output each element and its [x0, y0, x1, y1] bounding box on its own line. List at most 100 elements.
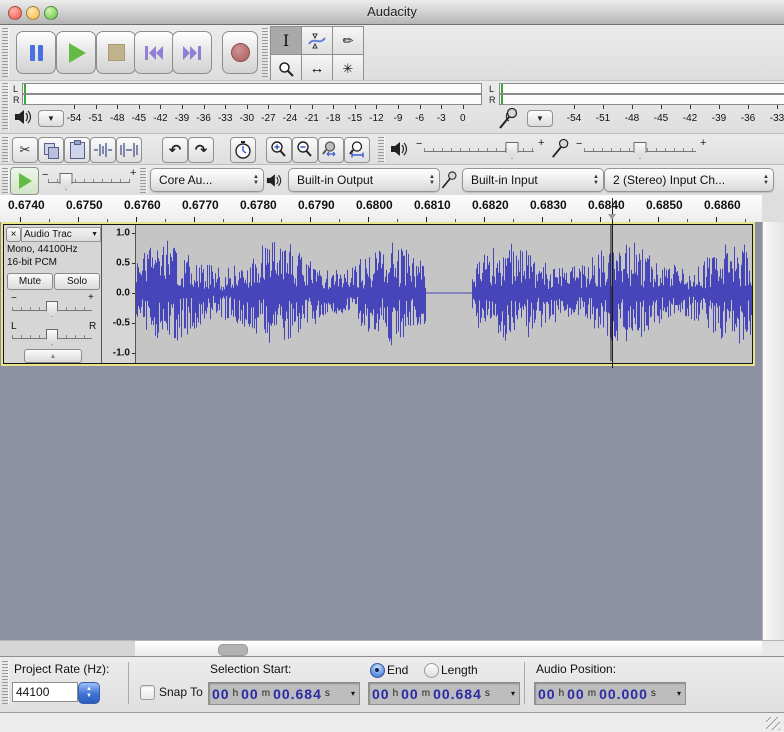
selection-toolbar: Project Rate (Hz): ▲ ▼ Snap To Selection…: [0, 656, 784, 713]
horizontal-scrollbar-thumb[interactable]: [218, 644, 248, 656]
track-collapse-button[interactable]: ▲: [24, 349, 82, 363]
paste-button[interactable]: [64, 137, 90, 163]
playback-meter-left-bar[interactable]: [22, 83, 482, 94]
record-button[interactable]: [222, 31, 258, 74]
recording-meter-left-bar[interactable]: [499, 83, 784, 94]
selection-end-field[interactable]: 00 h 00 m 00.684 s ▾: [368, 682, 520, 705]
minus-label: −: [416, 138, 423, 150]
redo-button[interactable]: ↷: [188, 137, 214, 163]
slider-thumb[interactable]: [505, 142, 519, 159]
toolbar-grip[interactable]: [378, 137, 385, 162]
cut-button[interactable]: ✂: [12, 137, 38, 163]
playback-meter-right-bar[interactable]: [22, 94, 482, 105]
meter-scale-tick: [95, 105, 97, 109]
end-radio[interactable]: [370, 663, 385, 678]
play-icon: [69, 42, 86, 63]
meter-scale-tick: [290, 105, 291, 109]
silence-audio-button[interactable]: [116, 137, 142, 163]
undo-button[interactable]: ↶: [162, 137, 188, 163]
waveform-display[interactable]: [136, 225, 752, 363]
toolbar-grip[interactable]: [2, 28, 9, 77]
meter-scale-tick: [74, 105, 75, 109]
toolbar-grip[interactable]: [140, 168, 147, 193]
output-volume-slider[interactable]: [424, 140, 534, 159]
vertical-scrollbar[interactable]: [762, 222, 784, 640]
track-workspace[interactable]: × Audio Trac ▼ Mono, 44100Hz 16-bit PCM …: [0, 222, 784, 640]
silence-icon: [120, 143, 138, 157]
playback-meter-dropdown[interactable]: ▼: [38, 110, 64, 127]
play-at-speed-button[interactable]: [10, 167, 39, 195]
field-dropdown-icon[interactable]: ▾: [509, 689, 517, 698]
field-dropdown-icon[interactable]: ▾: [675, 689, 683, 698]
fast-forward-button[interactable]: [172, 31, 212, 74]
meter-scale-number: -33: [769, 113, 784, 124]
track-vertical-ruler[interactable]: 1.0 0.5 0.0 -0.5 -1.0: [102, 225, 136, 363]
playback-device-dropdown[interactable]: Built-in Output ▲ ▼: [288, 168, 440, 192]
toolbar-grip[interactable]: [2, 137, 9, 162]
zoom-in-button[interactable]: [266, 137, 292, 163]
input-volume-slider[interactable]: [584, 140, 696, 159]
stop-button[interactable]: [96, 31, 136, 74]
trim-audio-button[interactable]: [90, 137, 116, 163]
audio-track[interactable]: × Audio Trac ▼ Mono, 44100Hz 16-bit PCM …: [1, 222, 755, 366]
hscroll-filler: [0, 640, 135, 657]
toolbar-grip[interactable]: [2, 168, 9, 193]
zoom-tool-button[interactable]: [271, 55, 301, 82]
snap-to-checkbox[interactable]: [140, 685, 155, 700]
multi-tool-icon: ✳: [342, 60, 354, 76]
dropdown-arrow-icon: ▼: [91, 231, 98, 238]
timeline-label: 0.6810: [414, 198, 451, 212]
timeline-ruler[interactable]: 0.6740 0.6750 0.6760 0.6770 0.6780 0.6790 0.68…: [0, 195, 762, 223]
vruler-tick: [132, 233, 135, 234]
playback-speed-slider[interactable]: [48, 171, 130, 190]
slider-thumb[interactable]: [46, 301, 58, 317]
field-dropdown-icon[interactable]: ▾: [349, 689, 357, 698]
recording-device-dropdown[interactable]: Built-in Input ▲ ▼: [462, 168, 604, 192]
horizontal-scrollbar[interactable]: [135, 640, 762, 657]
resize-grip[interactable]: [766, 717, 780, 730]
selection-tool-button[interactable]: I: [271, 27, 301, 54]
vruler-tick: [132, 323, 135, 324]
project-rate-input[interactable]: [12, 682, 78, 702]
speaker-icon: [391, 142, 408, 156]
track-gain-slider[interactable]: [12, 301, 92, 318]
track-pan-slider[interactable]: [12, 329, 92, 346]
selection-start-field[interactable]: 00 h 00 m 00.684 s ▾: [208, 682, 360, 705]
title-bar[interactable]: Audacity: [0, 0, 784, 25]
meter-scale-tick: [603, 105, 604, 109]
slider-thumb[interactable]: [59, 173, 73, 190]
rewind-button[interactable]: [134, 31, 174, 74]
toolbar-grip[interactable]: [262, 28, 269, 77]
project-rate-stepper[interactable]: ▲ ▼: [78, 682, 100, 704]
envelope-tool-button[interactable]: [302, 27, 332, 54]
timeshift-tool-button[interactable]: ↔: [302, 55, 332, 82]
copy-button[interactable]: [38, 137, 64, 163]
play-button[interactable]: [56, 31, 96, 74]
slider-thumb[interactable]: [46, 329, 58, 345]
fit-project-button[interactable]: [344, 137, 370, 163]
timer-button[interactable]: [230, 137, 256, 163]
slider-thumb[interactable]: [633, 142, 647, 159]
zoom-out-button[interactable]: [292, 137, 318, 163]
microphone-icon: [499, 107, 518, 129]
track-title-dropdown[interactable]: Audio Trac ▼: [21, 227, 101, 242]
audio-position-field[interactable]: 00 h 00 m 00.000 s ▾: [534, 682, 686, 705]
multi-tool-button[interactable]: ✳: [333, 55, 363, 82]
toolbar-grip[interactable]: [2, 661, 9, 705]
vruler-tick: [132, 293, 135, 294]
recording-meter-right-bar[interactable]: [499, 94, 784, 105]
audio-host-dropdown[interactable]: Core Au... ▲ ▼: [150, 168, 264, 192]
recording-channels-dropdown[interactable]: 2 (Stereo) Input Ch... ▲ ▼: [604, 168, 774, 192]
recording-meter-dropdown[interactable]: ▼: [527, 110, 553, 127]
solo-button[interactable]: Solo: [54, 273, 100, 290]
track-close-button[interactable]: ×: [6, 227, 21, 242]
length-radio[interactable]: [424, 663, 439, 678]
fit-selection-button[interactable]: [318, 137, 344, 163]
toolbar-grip[interactable]: [2, 83, 9, 131]
pause-button[interactable]: [16, 31, 56, 74]
draw-tool-button[interactable]: ✏: [333, 27, 363, 54]
separator: [524, 662, 525, 704]
mute-button[interactable]: Mute: [7, 273, 53, 290]
playback-meter-left-label: L: [13, 84, 19, 94]
meter-scale-number: -45: [131, 113, 147, 124]
